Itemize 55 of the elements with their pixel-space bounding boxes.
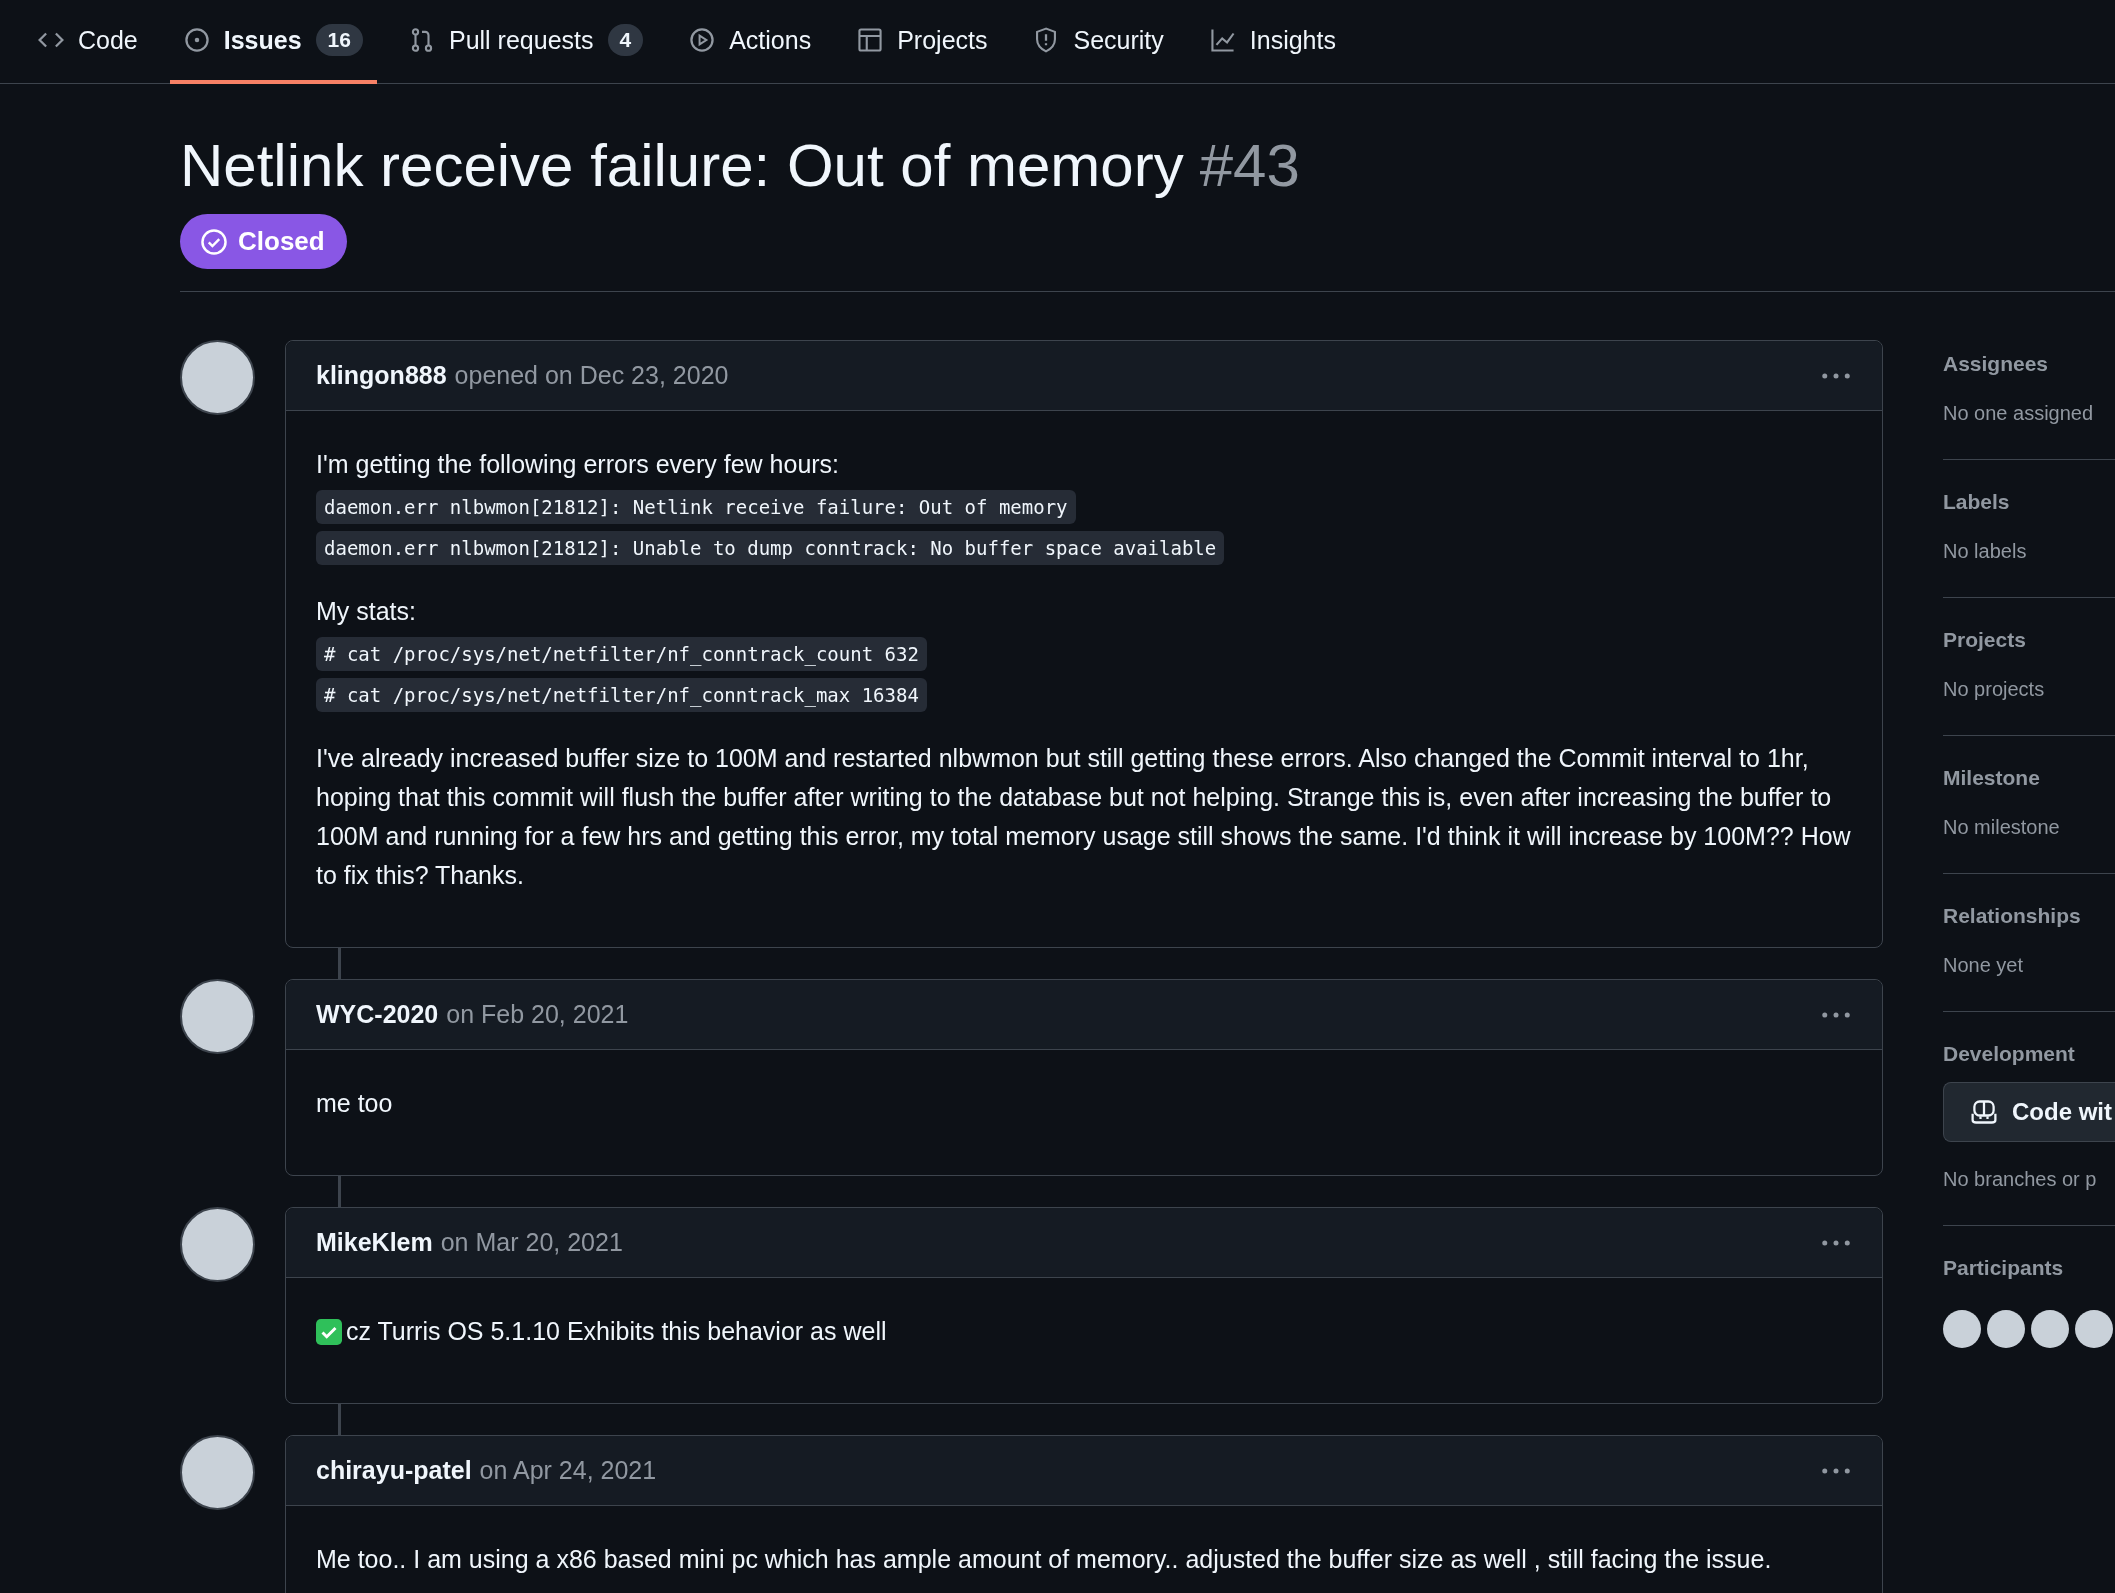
comment-text: cz Turris OS 5.1.10 Exhibits this behavior as well — [346, 1316, 887, 1347]
participant-avatar[interactable] — [2075, 1310, 2113, 1348]
sidebar-heading[interactable]: Assignees — [1943, 352, 2115, 376]
sidebar-value: No milestone — [1943, 816, 2061, 839]
participant-avatar[interactable] — [1943, 1310, 1981, 1348]
play-icon — [689, 27, 716, 53]
code-button[interactable]: Code wit — [1943, 1082, 2115, 1142]
sidebar-heading[interactable]: Participants — [1943, 1256, 2115, 1280]
sidebar-value: No labels — [1943, 540, 2028, 563]
comment-text: Me too.. I am using a x86 based mini pc which has ample amount of memory.. adjusted the buffer size as well , still facing the issue. — [316, 1544, 1773, 1575]
check-circle-icon — [200, 227, 228, 256]
sidebar-heading[interactable]: Labels — [1943, 490, 2115, 514]
sidebar-value: None yet — [1943, 954, 2025, 977]
closed-state-badge: Closed — [180, 214, 347, 269]
issue-icon — [183, 27, 210, 53]
issue-number: #43 — [1199, 132, 1300, 199]
repo-tab[interactable]: Pull requests 4 — [394, 0, 658, 84]
count-badge: 16 — [315, 24, 363, 56]
comment-date: on Apr 24, 2021 — [479, 1456, 658, 1485]
comment-text: me too — [316, 1088, 394, 1119]
inline-code: daemon.err nlbwmon[21812]: Netlink receive failure: Out of memory — [316, 490, 1076, 524]
sidebar-heading[interactable]: Development — [1943, 1042, 2115, 1066]
repo-tab[interactable]: Issues 16 — [169, 0, 377, 84]
comment-date: on Feb 20, 2021 — [446, 1000, 630, 1029]
participant-avatar[interactable] — [2031, 1310, 2069, 1348]
issue-title: Netlink receive failure: Out of memory — [180, 132, 1184, 199]
repo-tab[interactable]: Security — [1019, 0, 1178, 84]
repo-tab[interactable]: Insights — [1195, 0, 1350, 84]
inline-code: daemon.err nlbwmon[21812]: Unable to dump conntrack: No buffer space available — [316, 531, 1225, 565]
count-badge: 4 — [607, 24, 644, 56]
sidebar-value: No projects — [1943, 678, 2046, 701]
repo-tab[interactable]: Actions — [675, 0, 826, 84]
inline-code: # cat /proc/sys/net/netfilter/nf_conntrack_count 632 — [316, 637, 927, 671]
comment-text: I'm getting the following errors every few hours: — [316, 449, 841, 480]
sidebar-heading[interactable]: Relationships — [1943, 904, 2115, 928]
comment-author[interactable]: klingon888 — [316, 361, 447, 390]
participant-avatar[interactable] — [1987, 1310, 2025, 1348]
comment-date: opened on Dec 23, 2020 — [454, 361, 730, 390]
comment-date: on Mar 20, 2021 — [440, 1228, 624, 1257]
sidebar-heading[interactable]: Milestone — [1943, 766, 2115, 790]
comment-text: My stats: — [316, 596, 417, 627]
comment-author[interactable]: WYC-2020 — [316, 1000, 439, 1029]
comment-text: I've already increased buffer size to 100M and restarted nlbwmon but still getting these errors. Also changed the Commit interval to 1hr, hoping that this commit will flush the buffer after writing to the database but not helping. Strange this is, even after increasing the buffer to 100M and running for a few hrs and getting this error, my total memory usage still shows the same. I'd think it will increase by 100M?? How to fix this? Thanks. — [316, 743, 1852, 891]
sidebar-heading[interactable]: Projects — [1943, 628, 2115, 652]
sidebar-value: No one assigned — [1943, 402, 2095, 425]
sidebar-value: No branches or p — [1943, 1168, 2098, 1191]
inline-code: # cat /proc/sys/net/netfilter/nf_conntrack_max 16384 — [316, 678, 927, 712]
comment-author[interactable]: MikeKlem — [316, 1228, 433, 1257]
graph-icon — [1209, 27, 1236, 53]
repo-tab[interactable]: Projects — [843, 0, 1002, 84]
robot-icon — [1970, 1098, 1998, 1126]
repo-tab[interactable]: Code — [24, 0, 152, 84]
table-icon — [857, 27, 884, 53]
check-mark-icon — [316, 1318, 342, 1345]
comment-author[interactable]: chirayu-patel — [316, 1456, 472, 1485]
